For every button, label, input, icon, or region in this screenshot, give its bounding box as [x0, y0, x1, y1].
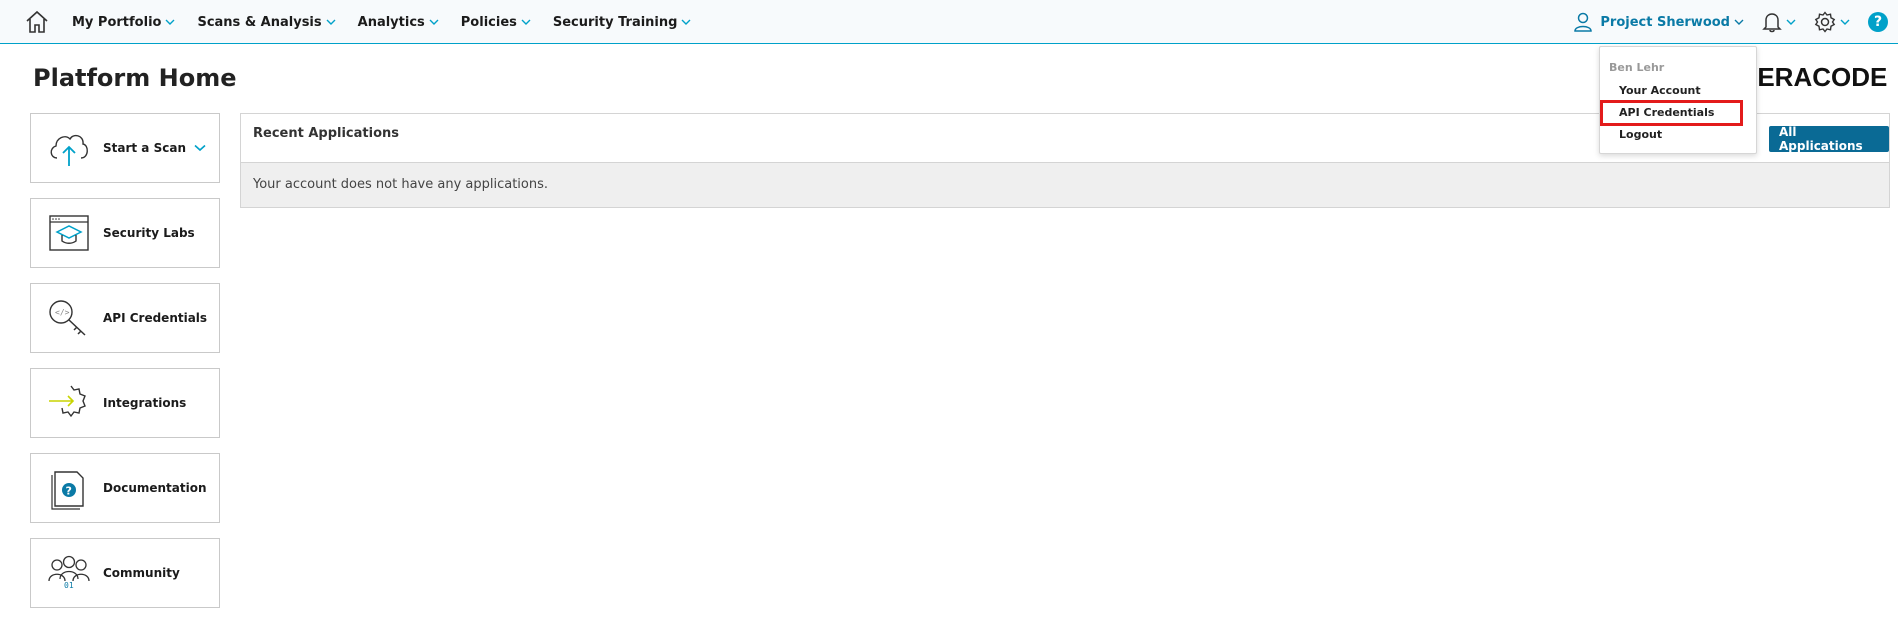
settings-button[interactable]: [1814, 11, 1850, 33]
project-switcher[interactable]: Project Sherwood: [1574, 12, 1744, 32]
page-title: Platform Home: [33, 64, 237, 92]
svg-text:?: ?: [66, 485, 72, 498]
tile-start-a-scan[interactable]: Start a Scan: [30, 113, 220, 183]
nav-label: Security Training: [552, 14, 678, 30]
tile-label: Integrations: [103, 396, 187, 410]
integration-gear-icon: [47, 381, 91, 425]
dropdown-user-name: Ben Lehr: [1609, 61, 1665, 74]
menu-item-logout[interactable]: Logout: [1619, 128, 1662, 141]
tile-label: API Credentials: [103, 311, 208, 325]
home-icon[interactable]: [24, 10, 50, 34]
top-navigation-bar: My Portfolio Scans & Analysis Analytics …: [0, 0, 1898, 44]
document-help-icon: ?: [47, 466, 91, 510]
chevron-down-icon: [1786, 19, 1796, 25]
bell-icon: [1762, 13, 1782, 33]
svg-text:</>: </>: [55, 308, 70, 317]
tile-label: Community: [103, 566, 180, 580]
panel-body: Your account does not have any applicati…: [241, 163, 1889, 207]
key-icon: </>: [47, 296, 91, 340]
nav-scans-analysis[interactable]: Scans & Analysis: [197, 14, 336, 30]
chevron-down-icon: [1840, 19, 1850, 25]
chevron-down-icon: [681, 19, 691, 25]
panel-title: Recent Applications: [253, 126, 400, 141]
main-nav: My Portfolio Scans & Analysis Analytics …: [72, 0, 713, 44]
tile-label: Security Labs: [103, 226, 195, 240]
tile-security-labs[interactable]: Security Labs: [30, 198, 220, 268]
tile-documentation[interactable]: ? Documentation: [30, 453, 220, 523]
empty-message: Your account does not have any applicati…: [253, 177, 549, 192]
menu-item-your-account[interactable]: Your Account: [1619, 84, 1701, 97]
chevron-down-icon: [165, 19, 175, 25]
tile-integrations[interactable]: Integrations: [30, 368, 220, 438]
user-nav: Project Sherwood ?: [1574, 0, 1898, 44]
gear-icon: [1814, 11, 1836, 33]
nav-analytics[interactable]: Analytics: [358, 15, 439, 30]
project-label: Project Sherwood: [1600, 14, 1730, 30]
user-icon: [1574, 12, 1593, 32]
nav-label: Analytics: [357, 14, 425, 30]
nav-label: Scans & Analysis: [197, 14, 322, 30]
nav-my-portfolio[interactable]: My Portfolio: [72, 15, 175, 30]
graduation-cap-icon: [47, 211, 91, 255]
chevron-down-icon: [326, 19, 336, 25]
tile-label: Documentation: [103, 481, 207, 495]
highlight-box: [1600, 100, 1743, 126]
notifications-button[interactable]: [1762, 11, 1796, 33]
nav-security-training[interactable]: Security Training: [553, 15, 692, 30]
chevron-down-icon: [1734, 19, 1744, 25]
chevron-down-icon: [521, 19, 531, 25]
tile-api-credentials[interactable]: </> API Credentials: [30, 283, 220, 353]
people-icon: 01: [47, 551, 91, 595]
chevron-down-icon: [194, 144, 206, 152]
cloud-upload-icon: [47, 126, 91, 170]
svg-text:01: 01: [64, 581, 74, 590]
tile-label: Start a Scan: [103, 141, 186, 155]
nav-label: My Portfolio: [72, 14, 162, 30]
veracode-logo: VERACODE: [1740, 62, 1888, 92]
all-applications-button[interactable]: All Applications: [1769, 125, 1889, 153]
chevron-down-icon: [429, 19, 439, 25]
help-icon[interactable]: ?: [1868, 12, 1888, 32]
tile-community[interactable]: 01 Community: [30, 538, 220, 608]
nav-label: Policies: [460, 14, 517, 30]
nav-policies[interactable]: Policies: [461, 15, 531, 30]
